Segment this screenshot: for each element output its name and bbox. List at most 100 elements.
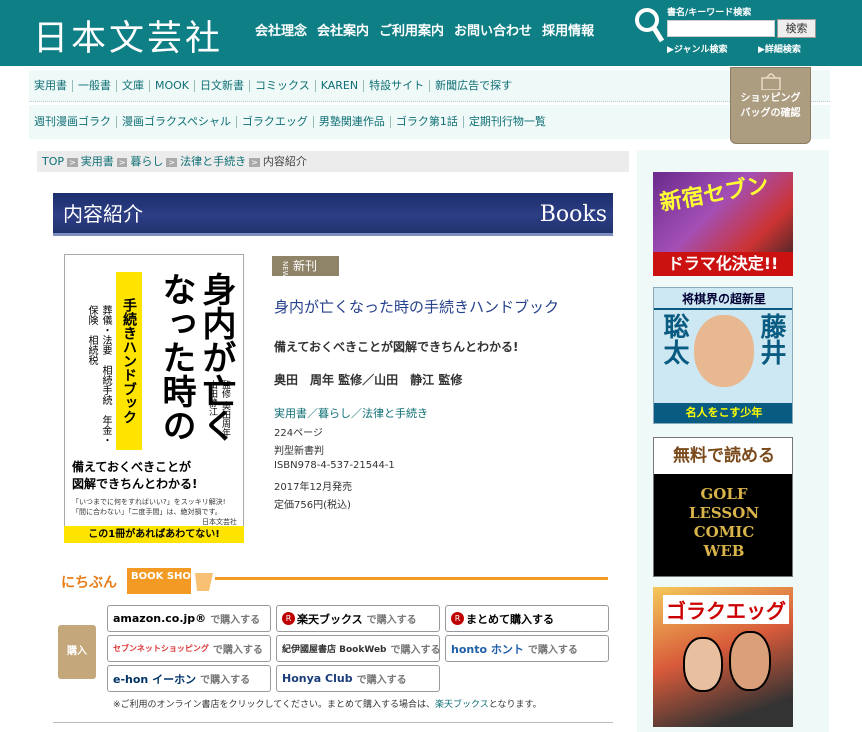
cart-label-2: バッグの確認 <box>740 108 801 119</box>
breadcrumb-c2[interactable]: 暮らし <box>130 155 163 168</box>
site-logo[interactable]: 日本文芸社 <box>33 10 223 61</box>
amazon-buy-button[interactable]: amazon.co.jp® で購入する <box>107 605 271 632</box>
cover-bottom-bar: この1冊があればあわてない! <box>64 526 244 543</box>
banner-books: Books <box>539 202 607 227</box>
breadcrumb-c3[interactable]: 法律と手続き <box>180 155 246 168</box>
rakuten-buy-button[interactable]: R 楽天ブックス で購入する <box>276 605 440 632</box>
book-price: 定価756円(税込) <box>274 500 351 511</box>
cover-authors: 監修 奥田周年 山田静江 <box>207 380 230 446</box>
nav-philosophy[interactable]: 会社理念 <box>255 20 307 39</box>
honyaclub-buy-button[interactable]: Honya Club で購入する <box>276 665 440 692</box>
ad3-line: WEB <box>703 542 745 560</box>
rakuten-icon: R <box>451 612 464 625</box>
cart-label-1: ショッピング <box>740 93 801 104</box>
7net-buy-button[interactable]: セブンネットショッピング で購入する <box>107 635 271 662</box>
nav-recruit[interactable]: 採用情報 <box>542 20 594 39</box>
nav1-item[interactable]: 文庫 <box>117 79 150 92</box>
ad4-character <box>729 631 771 691</box>
section-banner: 内容紹介 Books <box>53 193 613 236</box>
shopping-bag-icon <box>761 73 781 90</box>
nav2-item[interactable]: 漫画ゴラクスペシャル <box>117 116 237 128</box>
category-nav: 実用書 一般書 文庫 MOOK 日文新書 コミックス KAREN 特設サイト 新… <box>29 70 830 102</box>
bookshop-title-1: にちぶん <box>61 575 117 591</box>
breadcrumb-top[interactable]: TOP <box>42 155 64 168</box>
breadcrumb-current: 内容紹介 <box>262 155 307 168</box>
breadcrumb-c1[interactable]: 実用書 <box>81 155 114 168</box>
search-input[interactable] <box>667 20 775 37</box>
ad-goraku-egg[interactable]: ゴラクエッグ <box>653 587 793 727</box>
book-categories[interactable]: 実用書／暮らし／法律と手続き <box>274 405 428 421</box>
ehon-buy-button[interactable]: e-hon イーホン で購入する <box>107 665 271 692</box>
ad4-title: ゴラクエッグ <box>663 595 789 624</box>
genre-search-link[interactable]: ▶ジャンル検索 <box>667 42 727 55</box>
cover-small-2: 「間に合わない」「二度手間」は、絶対損です。 <box>72 508 222 516</box>
book-format: 判型新書判 <box>274 446 324 457</box>
new-badge-label: 新刊 <box>293 259 318 273</box>
cover-tagline-2: 図解できちんとわかる! <box>72 477 198 491</box>
rakuten-logo: 楽天ブックス <box>297 612 363 626</box>
nav2-item[interactable]: 男塾関連作品 <box>314 116 391 128</box>
honyaclub-logo: Honya Club <box>282 672 353 685</box>
advanced-search-link[interactable]: ▶詳細検索 <box>758 42 801 55</box>
kinokuniya-buy-button[interactable]: 紀伊國屋書店 BookWeb で購入する <box>276 635 440 662</box>
nav1-item[interactable]: 日文新書 <box>195 79 251 92</box>
ad-shinjuku-seven[interactable]: 新宿セブン ドラマ化決定!! <box>653 172 793 276</box>
global-nav: 会社理念 会社案内 ご利用案内 お問い合わせ 採用情報 <box>255 20 594 39</box>
bookshop-divider <box>215 577 608 580</box>
buy-label: で購入する <box>210 615 261 626</box>
buy-label: で購入する <box>212 645 263 656</box>
search-label: 書名/キーワード検索 <box>667 8 752 18</box>
nav2-item[interactable]: ゴラク第1話 <box>391 116 464 128</box>
buy-label: で購入する <box>527 645 578 656</box>
nav1-item[interactable]: MOOK <box>150 79 196 92</box>
ad3-line: GOLF <box>700 485 748 503</box>
cover-tagline-1: 備えておくべきことが <box>72 460 192 474</box>
rakuten-icon: R <box>282 612 295 625</box>
ad3-top: 無料で読める <box>654 438 792 474</box>
ad2-left: 聡太 <box>659 313 689 365</box>
kinokuniya-logo: 紀伊國屋書店 BookWeb <box>282 645 387 655</box>
ad-fujii-sota[interactable]: 将棋界の超新星 聡太 藤井 名人をこす少年 <box>653 287 793 424</box>
matomete-label: まとめて購入する <box>466 612 554 626</box>
ad-golf-lesson[interactable]: 無料で読める GOLF LESSON COMIC WEB <box>653 437 793 577</box>
nav1-item[interactable]: コミックス <box>250 79 316 92</box>
cover-tagline: 備えておくべきことが 図解できちんとわかる! <box>72 459 237 493</box>
search-button[interactable]: 検索 <box>777 19 816 38</box>
shop-note-2: となります。 <box>488 700 542 710</box>
matomete-buy-button[interactable]: R まとめて購入する <box>445 605 609 632</box>
ad3-logo: GOLF LESSON COMIC WEB <box>654 485 792 561</box>
ad4-character <box>683 637 723 692</box>
nav-contact[interactable]: お問い合わせ <box>454 20 532 39</box>
site-header: 日本文芸社 会社理念 会社案内 ご利用案内 お問い合わせ 採用情報 書名/キーワ… <box>0 0 862 66</box>
nav-guide[interactable]: ご利用案内 <box>379 20 444 39</box>
nav2-item[interactable]: 週刊漫画ゴラク <box>29 116 117 128</box>
cover-topics: 葬儀・法要 相続手続 年金・保険 相続税 <box>86 305 111 445</box>
nav1-item[interactable]: 実用書 <box>29 79 73 92</box>
nav2-item[interactable]: ゴラクエッグ <box>237 116 314 128</box>
honto-buy-button[interactable]: honto ホント で購入する <box>445 635 609 662</box>
nav1-item[interactable]: 一般書 <box>73 79 117 92</box>
nav1-item[interactable]: 特設サイト <box>364 79 431 92</box>
book-isbn: ISBN978-4-537-21544-1 <box>274 460 395 471</box>
shop-note-link[interactable]: 楽天ブックス <box>435 700 489 710</box>
buy-bag-icon: 購入 <box>58 625 96 679</box>
shopping-bag-button[interactable]: ショッピング バッグの確認 <box>730 67 811 144</box>
nav2-item[interactable]: 定期刊行物一覧 <box>464 116 551 128</box>
nav1-item[interactable]: KAREN <box>316 79 365 92</box>
cover-subtitle: 手続きハンドブック <box>116 272 142 450</box>
book-title: 身内が亡くなった時の手続きハンドブック <box>274 298 560 316</box>
nav1-item[interactable]: 新聞広告で探す <box>430 79 517 92</box>
ad2-photo <box>694 315 754 387</box>
banner-title: 内容紹介 <box>63 202 143 226</box>
ad2-right: 藤井 <box>756 313 786 365</box>
bookshop-logo: にちぶん BOOK SHOP <box>59 568 213 594</box>
nav-company[interactable]: 会社案内 <box>317 20 369 39</box>
buy-label: で購入する <box>390 645 440 656</box>
cover-small-text: 「いつまでに何をすればいい?」をスッキリ解決! 「間に合わない」「二度手間」は、絶… <box>72 497 237 527</box>
book-pages: 224ページ <box>274 428 323 439</box>
ad3-line: LESSON <box>688 504 760 522</box>
ad2-top: 将棋界の超新星 <box>654 288 792 310</box>
ad1-title: 新宿セブン <box>657 172 771 217</box>
new-badge: NEW 新刊 <box>272 256 339 278</box>
honto-logo: honto ホント <box>451 642 524 656</box>
